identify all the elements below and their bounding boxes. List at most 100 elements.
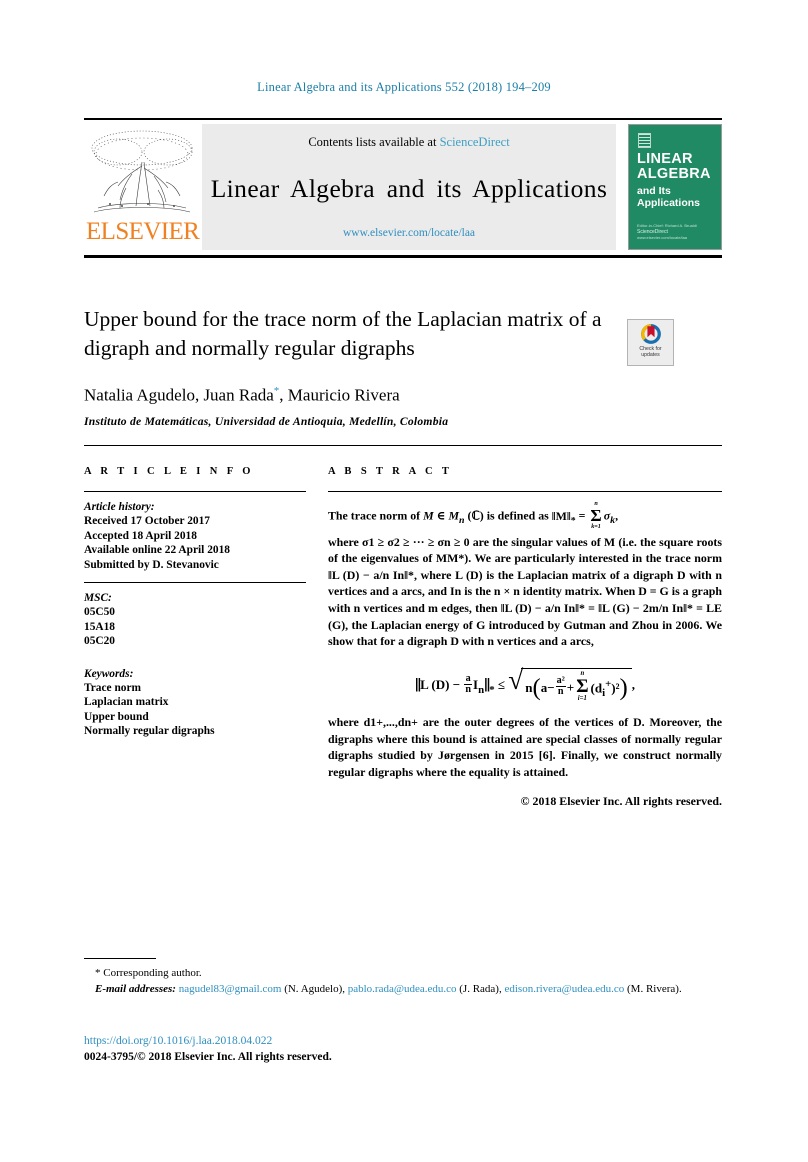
keyword-item: Laplacian matrix [84, 696, 169, 709]
title-block: Upper bound for the trace norm of the La… [84, 305, 722, 446]
eq-sigma-glyph: Σ [576, 675, 589, 697]
eq-sum-lower: i=1 [577, 695, 587, 703]
abstract-paragraph-2: where σ1 ≥ σ2 ≥ ··· ≥ σn ≥ 0 are the sin… [328, 534, 722, 649]
cover-footer: Editor-in-Chief: Richard A. Brualdi Scie… [637, 223, 697, 241]
eq-L: L [420, 676, 429, 692]
eq-a: a [540, 679, 548, 695]
cover-subtitle-line2: Applications [637, 197, 701, 209]
cover-title-line1: LINEAR [637, 151, 693, 167]
abstract-copyright: © 2018 Elsevier Inc. All rights reserved… [520, 793, 722, 808]
cover-footer-url: www.elsevier.com/locate/laa [637, 235, 688, 240]
symbol-Mn: M [448, 508, 460, 523]
keywords-block: Keywords: Trace norm Laplacian matrix Up… [84, 667, 306, 739]
msc-block: MSC: 05C50 15A18 05C20 [84, 591, 306, 649]
email-owner-3: (M. Rivera). [627, 982, 682, 995]
crossmark-badge[interactable]: Check for updates [627, 319, 674, 366]
abstract-text-a: The trace norm of [328, 508, 424, 523]
author-names-tail: , Mauricio Rivera [279, 385, 400, 405]
abstract-paragraph-3: where d1+,...,dn+ are the outer degrees … [328, 715, 722, 779]
msc-code: 05C50 [84, 606, 116, 619]
abstract-text-tail: , [615, 508, 619, 523]
norm-of-M: ‖M‖* [551, 508, 576, 526]
crossmark-icon [640, 324, 661, 344]
crossmark-label: Check for updates [639, 346, 661, 358]
summation-symbol: n Σk=1 [590, 500, 602, 531]
email-link-3[interactable]: edison.rivera@udea.edu.co [504, 983, 624, 995]
abstract-column: A B S T R A C T The trace norm of M ∈ Mn… [328, 466, 722, 809]
article-info-column: A R T I C L E I N F O Article history: R… [84, 466, 306, 809]
title-block-rule [84, 444, 722, 446]
eq-star: * [489, 683, 495, 696]
eq-summation: n Σi=1 [576, 670, 589, 703]
abstract-paragraph-1: The trace norm of M ∈ Mn (ℂ) is defined … [328, 500, 722, 532]
article-history-label: Article history: [84, 501, 155, 513]
abstract-heading: A B S T R A C T [328, 466, 453, 477]
crossmark-label-line2: updates [641, 352, 660, 358]
issn-copyright: 0024-3795/© 2018 Elsevier Inc. All right… [84, 1050, 332, 1063]
equals-sign: = [575, 508, 589, 523]
cover-title-line2: ALGEBRA [637, 166, 711, 182]
radicand: n(a − a² n + n Σi=1 (di+)²) [521, 667, 632, 704]
eq-square-root: √ n(a − a² n + n Σi=1 (di+)²) [508, 666, 632, 704]
elsevier-wordmark: ELSEVIER [86, 218, 200, 245]
sigma-glyph: Σ [590, 506, 602, 526]
eq-D: D [435, 676, 446, 692]
eq-paren-open: ( [532, 674, 541, 702]
doi-link[interactable]: https://doi.org/10.1016/j.laa.2018.04.02… [84, 1034, 722, 1050]
abstract-text-c: (ℂ) is defined as [464, 508, 552, 523]
eq-paren-close: ) [619, 674, 628, 702]
email-link-1[interactable]: nagudel83@gmail.com [179, 983, 282, 995]
history-item: Submitted by D. Stevanovic [84, 558, 219, 571]
cover-subtitle-line1: and Its [637, 185, 671, 197]
info-abstract-columns: A R T I C L E I N F O Article history: R… [84, 466, 722, 809]
author-list: Natalia Agudelo, Juan Rada*, Mauricio Ri… [84, 385, 722, 406]
paper-page: Linear Algebra and its Applications 552 … [0, 0, 808, 1162]
contents-prefix: Contents lists available at [308, 135, 440, 149]
msc-rule [84, 582, 306, 584]
affiliation: Instituto de Matemáticas, Universidad de… [84, 414, 449, 428]
page-footer: https://doi.org/10.1016/j.laa.2018.04.02… [84, 1034, 722, 1065]
eq-n: n [525, 679, 533, 695]
email-link-2[interactable]: pablo.rada@udea.edu.co [348, 983, 457, 995]
contents-available-line: Contents lists available at ScienceDirec… [308, 135, 509, 150]
keyword-item: Normally regular digraphs [84, 725, 215, 738]
msc-code: 15A18 [84, 620, 116, 633]
abstract-rule [328, 491, 722, 492]
eq-fraction-a2-over-n: a² n [555, 675, 566, 698]
journal-title: Linear Algebra and its Applications [210, 173, 608, 203]
journal-emblem-icon [638, 133, 651, 148]
history-item: Received 17 October 2017 [84, 515, 211, 528]
email-addresses-note: E-mail addresses: nagudel83@gmail.com (N… [84, 982, 722, 998]
journal-url-link[interactable]: www.elsevier.com/locate/laa [343, 227, 475, 239]
keyword-item: Upper bound [84, 710, 149, 723]
email-owner-1: (N. Agudelo), [284, 982, 345, 995]
keywords-label: Keywords: [84, 667, 134, 680]
eq-fraction-a-over-n: an [464, 673, 472, 696]
cover-subtitle: and Its Applications [637, 185, 700, 209]
history-item: Available online 22 April 2018 [84, 544, 230, 557]
email-owner-2: (J. Rada), [459, 982, 502, 995]
history-item: Accepted 18 April 2018 [84, 529, 197, 542]
article-info-rule [84, 491, 306, 492]
eq-frac-den: n [465, 684, 471, 696]
cover-title: LINEAR ALGEBRA [637, 152, 711, 182]
eq-degree-term: (di+)² [590, 677, 620, 699]
symbol-M: M [423, 508, 434, 523]
masthead-top-rule [84, 118, 722, 120]
contents-banner: Contents lists available at ScienceDirec… [202, 124, 616, 250]
page-title: Upper bound for the trace norm of the La… [84, 307, 602, 360]
article-info-heading: A R T I C L E I N F O [84, 466, 254, 477]
msc-label: MSC: [84, 592, 112, 605]
corresponding-author-text: * Corresponding author. [95, 967, 202, 979]
msc-code: 05C20 [84, 635, 116, 648]
running-head: Linear Algebra and its Applications 552 … [257, 80, 551, 94]
article-history: Article history: Received 17 October 201… [84, 500, 306, 572]
elsevier-logo: ELSEVIER [84, 124, 202, 250]
journal-cover-thumbnail: LINEAR ALGEBRA and Its Applications Edit… [628, 124, 722, 250]
abstract-text-b: ∈ [433, 508, 449, 523]
display-equation: ‖L (D) − a n In‖* ≤ √ n(a − a² n + n Σi=1 (di+… [414, 664, 635, 704]
email-addresses-label: E-mail addresses: [95, 982, 176, 995]
journal-masthead: ELSEVIER Contents lists available at Sci… [84, 118, 722, 258]
keyword-item: Trace norm [84, 682, 142, 695]
sciencedirect-link[interactable]: ScienceDirect [440, 135, 510, 149]
